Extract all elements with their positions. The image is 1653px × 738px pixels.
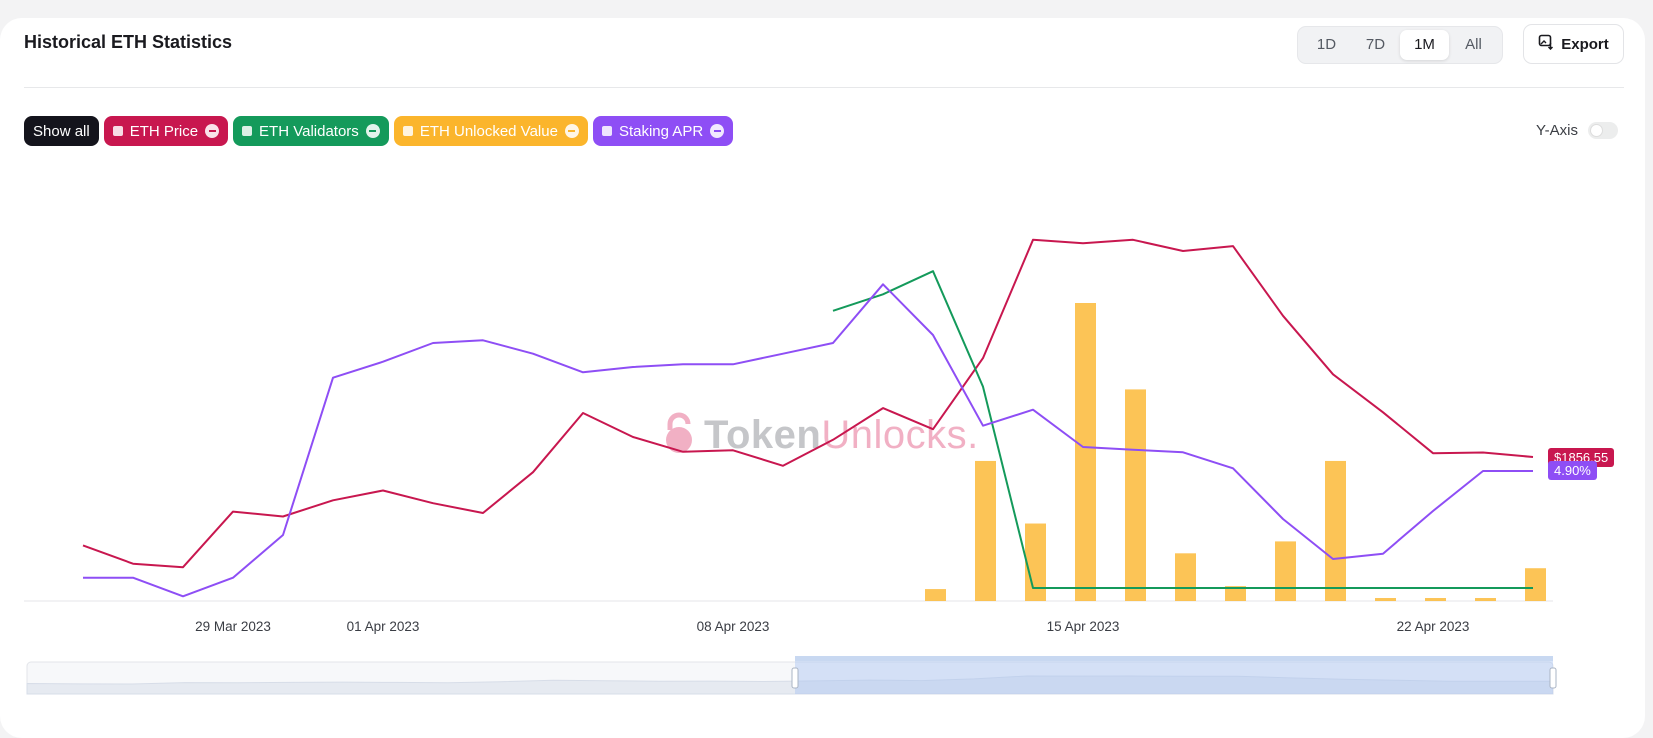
line-eth-price — [82, 238, 1534, 569]
bar-unlocked-value — [925, 589, 946, 601]
bar-unlocked-value — [1275, 541, 1296, 601]
x-tick-label: 29 Mar 2023 — [195, 619, 271, 634]
line-staking-apr — [83, 283, 1533, 598]
brush-drag-bar — [795, 656, 1553, 661]
bar-unlocked-value — [1125, 389, 1146, 601]
bar-unlocked-value — [1525, 568, 1546, 601]
brush-handle-right[interactable] — [1549, 667, 1557, 689]
bar-unlocked-value — [1425, 598, 1446, 601]
bar-unlocked-value — [1375, 598, 1396, 601]
bar-unlocked-value — [1325, 460, 1346, 601]
bar-unlocked-value — [1175, 553, 1196, 601]
bar-unlocked-value — [1025, 523, 1046, 601]
line-eth-validators — [832, 270, 1533, 589]
brush-handle-left[interactable] — [791, 667, 799, 689]
brush-selection — [795, 656, 1553, 694]
bar-unlocked-value — [1075, 303, 1096, 601]
apr-value-tag: 4.90% — [1548, 461, 1597, 480]
x-tick-label: 22 Apr 2023 — [1397, 619, 1470, 634]
bar-unlocked-value — [975, 460, 996, 601]
chart: 29 Mar 2023 01 Apr 2023 08 Apr 2023 15 Apr … — [24, 238, 1557, 695]
x-tick-label: 01 Apr 2023 — [347, 619, 420, 634]
x-tick-label: 08 Apr 2023 — [697, 619, 770, 634]
bar-unlocked-value — [1475, 598, 1496, 601]
x-tick-label: 15 Apr 2023 — [1047, 619, 1120, 634]
